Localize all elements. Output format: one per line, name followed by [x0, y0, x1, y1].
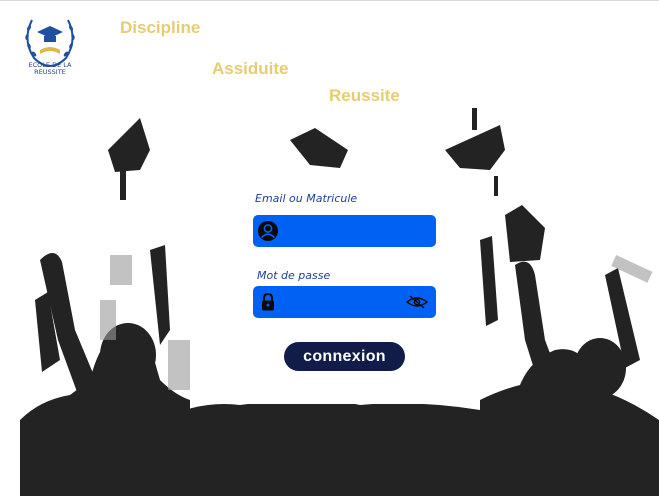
password-field[interactable]: [253, 286, 436, 320]
eye-slash-icon[interactable]: [405, 295, 429, 309]
lock-icon: [262, 292, 274, 311]
top-divider: [0, 0, 659, 1]
email-input[interactable]: [283, 215, 407, 249]
login-form: Email ou Matricule Mot de passe connexio…: [190, 172, 480, 404]
motto-reussite: Reussite: [329, 86, 400, 105]
password-label: Mot de passe: [257, 269, 331, 282]
user-circle-icon: [258, 221, 278, 241]
email-label: Email ou Matricule: [255, 192, 358, 205]
connexion-button[interactable]: connexion: [284, 342, 405, 371]
email-field[interactable]: [253, 215, 436, 249]
motto-discipline: Discipline: [120, 18, 201, 37]
motto-assiduite: Assiduite: [212, 59, 289, 78]
school-name: ECOLE DE LA REUSSITE: [18, 62, 82, 76]
school-name-line2: REUSSITE: [34, 68, 66, 76]
password-input[interactable]: [283, 286, 407, 320]
